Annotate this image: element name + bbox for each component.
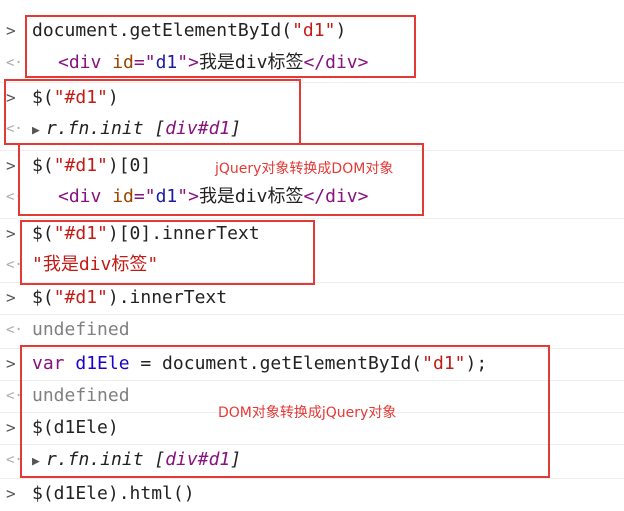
- output-prompt-icon: <·: [6, 55, 23, 71]
- console-code: document.getElementById("d1"): [32, 20, 347, 41]
- console-code: $("#d1"): [32, 87, 119, 108]
- console-input-line[interactable]: > $("#d1"): [0, 82, 624, 114]
- input-prompt-icon: >: [6, 21, 16, 40]
- input-prompt-icon: >: [6, 88, 16, 107]
- console-string-output[interactable]: "我是div标签": [32, 253, 158, 277]
- console-input-line[interactable]: > $("#d1").innerText: [0, 282, 624, 314]
- console-code: $(d1Ele): [32, 417, 119, 438]
- console-undefined-output: undefined: [32, 319, 130, 340]
- console-output-line[interactable]: <· ▶ r.fn.init [div#d1]: [0, 114, 624, 146]
- console-output-line[interactable]: <· <div id="d1">我是div标签</div>: [0, 48, 624, 80]
- console-object-output[interactable]: ▶ r.fn.init [div#d1]: [32, 448, 241, 474]
- output-prompt-icon: <·: [6, 322, 23, 338]
- console-input-line[interactable]: > document.getElementById("d1"): [0, 16, 624, 48]
- console-output-line[interactable]: <· <div id="d1">我是div标签</div>: [0, 182, 624, 214]
- devtools-console: > document.getElementById("d1") <· <div …: [0, 0, 624, 511]
- output-prompt-icon: <·: [6, 121, 23, 137]
- output-prompt-icon: <·: [6, 189, 23, 205]
- console-undefined-output: undefined: [32, 385, 130, 406]
- console-html-output[interactable]: <div id="d1">我是div标签</div>: [58, 51, 368, 75]
- console-code: $("#d1")[0]: [32, 155, 152, 176]
- console-output-line[interactable]: <· ▶ r.fn.init [div#d1]: [0, 444, 624, 476]
- annotation-note: DOM对象转换成jQuery对象: [218, 405, 397, 421]
- console-input-line[interactable]: > $(d1Ele).html(): [0, 478, 624, 510]
- expand-triangle-icon[interactable]: ▶: [32, 450, 46, 474]
- input-prompt-icon: >: [6, 156, 16, 175]
- console-output-line[interactable]: <· "我是div标签": [0, 250, 624, 282]
- input-prompt-icon: >: [6, 484, 16, 503]
- input-prompt-icon: >: [6, 288, 16, 307]
- console-input-line[interactable]: > $("#d1")[0].innerText: [0, 218, 624, 250]
- console-object-output[interactable]: ▶ r.fn.init [div#d1]: [32, 117, 241, 143]
- input-prompt-icon: >: [6, 418, 16, 437]
- console-code: $(d1Ele).html(): [32, 483, 195, 504]
- input-prompt-icon: >: [6, 224, 16, 243]
- console-input-line[interactable]: > var d1Ele = document.getElementById("d…: [0, 348, 624, 380]
- console-html-output[interactable]: <div id="d1">我是div标签</div>: [58, 185, 368, 209]
- console-output-line[interactable]: <· undefined: [0, 314, 624, 346]
- console-code: var d1Ele = document.getElementById("d1"…: [32, 353, 488, 374]
- annotation-note: jQuery对象转换成DOM对象: [215, 161, 394, 177]
- output-prompt-icon: <·: [6, 452, 23, 468]
- output-prompt-icon: <·: [6, 257, 23, 273]
- expand-triangle-icon[interactable]: ▶: [32, 119, 46, 143]
- console-code: $("#d1").innerText: [32, 287, 228, 308]
- console-code: $("#d1")[0].innerText: [32, 223, 260, 244]
- output-prompt-icon: <·: [6, 388, 23, 404]
- input-prompt-icon: >: [6, 354, 16, 373]
